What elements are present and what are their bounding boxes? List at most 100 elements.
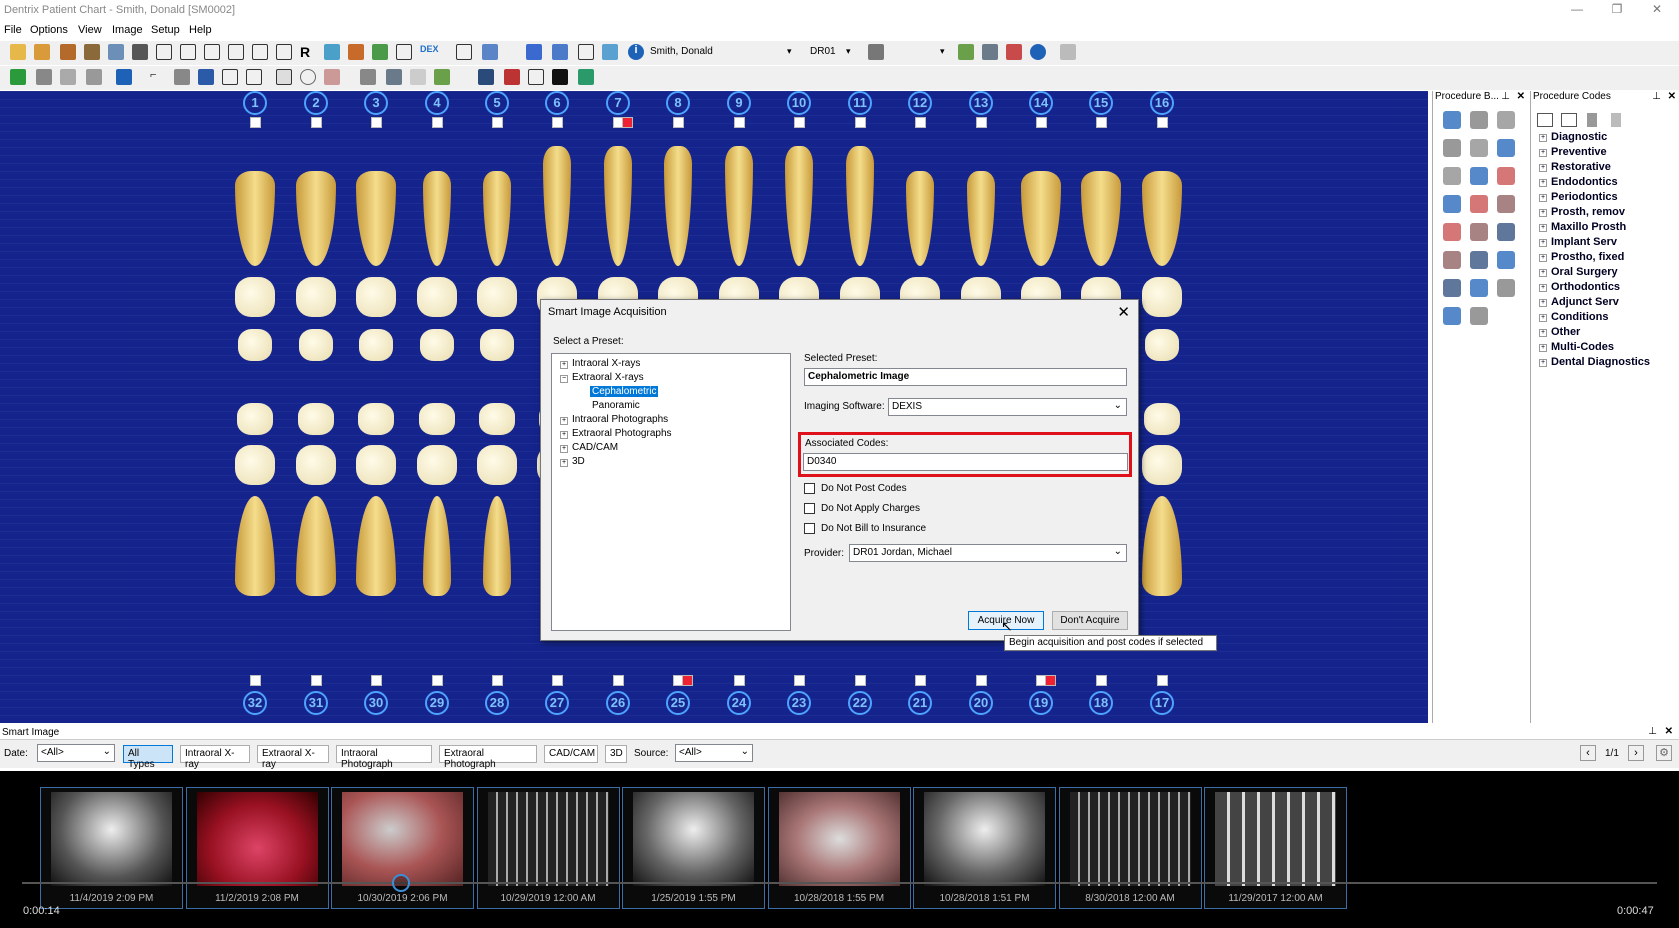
lower-occlusal-view[interactable] xyxy=(477,445,517,485)
settings-icon[interactable] xyxy=(386,69,402,85)
perio-icon[interactable] xyxy=(372,44,388,60)
tooth-flag[interactable] xyxy=(976,675,987,686)
upper-tooth[interactable] xyxy=(1081,171,1121,266)
tree-intraoral-photographs[interactable]: + Intraoral Photographs xyxy=(560,414,668,425)
phone-icon[interactable] xyxy=(1060,44,1076,60)
image-thumbnail[interactable]: 10/28/2018 1:51 PM xyxy=(913,787,1056,909)
tooth-number[interactable]: 26 xyxy=(606,691,630,715)
document-icon[interactable] xyxy=(204,44,220,60)
tree-3d[interactable]: +3D xyxy=(560,456,585,467)
tooth-flag[interactable] xyxy=(673,117,684,128)
tooth-number[interactable]: 23 xyxy=(787,691,811,715)
expand-icon[interactable]: + xyxy=(1539,224,1547,232)
tooth-number[interactable]: 12 xyxy=(908,91,932,115)
upper-occlusal-view[interactable] xyxy=(235,277,275,317)
procedure-button-icon[interactable] xyxy=(1443,279,1461,297)
tooth-number[interactable]: 9 xyxy=(727,91,751,115)
menu-setup[interactable]: Setup xyxy=(151,24,180,36)
expand-icon[interactable]: + xyxy=(1539,179,1547,187)
tooth-number[interactable]: 4 xyxy=(425,91,449,115)
syringe-icon[interactable] xyxy=(360,69,376,85)
procedure-code-category[interactable]: + Maxillo Prosth xyxy=(1539,221,1626,233)
tree-cephalometric[interactable]: Cephalometric xyxy=(590,386,659,397)
procedure-button-icon[interactable] xyxy=(1443,195,1461,213)
copy-icon[interactable] xyxy=(276,44,292,60)
image-thumbnail[interactable]: 11/29/2017 12:00 AM xyxy=(1204,787,1347,909)
do-not-post-codes-checkbox[interactable] xyxy=(804,483,815,494)
tooth-flag[interactable] xyxy=(1157,117,1168,128)
upper-lingual-view[interactable] xyxy=(359,329,393,361)
lower-lingual-view[interactable] xyxy=(479,403,515,435)
pin-icon[interactable]: ⊥ xyxy=(1501,91,1510,102)
expand-icon[interactable]: + xyxy=(1539,359,1547,367)
source-select[interactable]: <All> ⌄ xyxy=(675,744,753,762)
expand-icon[interactable]: + xyxy=(1539,284,1547,292)
procedure-button-icon[interactable] xyxy=(1443,251,1461,269)
books-icon[interactable] xyxy=(478,69,494,85)
upper-occlusal-view[interactable] xyxy=(356,277,396,317)
lower-occlusal-view[interactable] xyxy=(1142,445,1182,485)
lower-lingual-view[interactable] xyxy=(358,403,394,435)
chart-view-icon[interactable] xyxy=(276,69,292,85)
check-icon[interactable] xyxy=(1030,44,1046,60)
tooth-number[interactable]: 24 xyxy=(727,691,751,715)
procedure-button-icon[interactable] xyxy=(1443,223,1461,241)
expand-icon[interactable]: + xyxy=(1539,194,1547,202)
notes-icon[interactable] xyxy=(34,44,50,60)
tooth-number[interactable]: 21 xyxy=(908,691,932,715)
procedure-button-icon[interactable] xyxy=(1470,167,1488,185)
upper-occlusal-view[interactable] xyxy=(296,277,336,317)
tooth-number[interactable]: 10 xyxy=(787,91,811,115)
procedure-code-category[interactable]: + Conditions xyxy=(1539,311,1608,323)
w-icon[interactable] xyxy=(552,69,568,85)
provider-select[interactable]: DR01 xyxy=(810,46,836,57)
tooth-flag[interactable] xyxy=(855,675,866,686)
tree-cad-cam[interactable]: + CAD/CAM xyxy=(560,442,618,453)
expand-icon[interactable]: + xyxy=(1539,314,1547,322)
blank-dropdown-icon[interactable]: ▾ xyxy=(940,46,945,57)
image-thumbnail[interactable]: 8/30/2018 12:00 AM xyxy=(1058,787,1202,909)
tooth-flag[interactable] xyxy=(552,117,563,128)
lower-lingual-view[interactable] xyxy=(237,403,273,435)
tooth-flag[interactable] xyxy=(915,117,926,128)
tooth-flag[interactable] xyxy=(1096,117,1107,128)
info-icon[interactable]: i xyxy=(628,44,644,60)
upper-occlusal-view[interactable] xyxy=(477,277,517,317)
procedure-code-category[interactable]: + Diagnostic xyxy=(1539,131,1607,143)
patient-dropdown-icon[interactable]: ▾ xyxy=(787,46,792,57)
lower-lingual-view[interactable] xyxy=(298,403,334,435)
expand-icon[interactable]: + xyxy=(1539,254,1547,262)
upper-occlusal-view[interactable] xyxy=(1142,277,1182,317)
insurance-icon[interactable] xyxy=(982,44,998,60)
lower-tooth[interactable] xyxy=(483,496,511,596)
id-card-icon[interactable] xyxy=(456,44,472,60)
menu-view[interactable]: View xyxy=(78,24,102,36)
tooth-number[interactable]: 31 xyxy=(304,691,328,715)
expand-icon[interactable]: + xyxy=(1539,344,1547,352)
tooth-flag[interactable] xyxy=(492,675,503,686)
detail-view-icon[interactable] xyxy=(1561,113,1577,127)
tooth-number[interactable]: 16 xyxy=(1150,91,1174,115)
upper-tooth[interactable] xyxy=(543,146,571,266)
upper-lingual-view[interactable] xyxy=(1145,329,1179,361)
monitor-icon[interactable] xyxy=(198,69,214,85)
image-icon[interactable] xyxy=(222,69,238,85)
expand-icon[interactable]: + xyxy=(1539,239,1547,247)
tooth-flag-red[interactable] xyxy=(682,675,693,686)
tooth-number[interactable]: 6 xyxy=(545,91,569,115)
close-icon[interactable]: ✕ xyxy=(1117,303,1130,321)
frame-icon[interactable] xyxy=(578,44,594,60)
procedure-button-icon[interactable] xyxy=(1470,223,1488,241)
tooth-flag[interactable] xyxy=(855,117,866,128)
upper-tooth[interactable] xyxy=(604,146,632,266)
procedure-code-category[interactable]: + Implant Serv xyxy=(1539,236,1617,248)
mail-icon[interactable] xyxy=(482,44,498,60)
expand-icon[interactable]: + xyxy=(1539,329,1547,337)
tooth-number[interactable]: 8 xyxy=(666,91,690,115)
tooth-flag-red[interactable] xyxy=(1045,675,1056,686)
tooth-flag[interactable] xyxy=(915,675,926,686)
filter-button[interactable]: Extraoral X-ray xyxy=(257,745,329,770)
procedure-code-category[interactable]: + Other xyxy=(1539,326,1580,338)
lower-tooth[interactable] xyxy=(356,496,396,596)
tooth-flag[interactable] xyxy=(1096,675,1107,686)
